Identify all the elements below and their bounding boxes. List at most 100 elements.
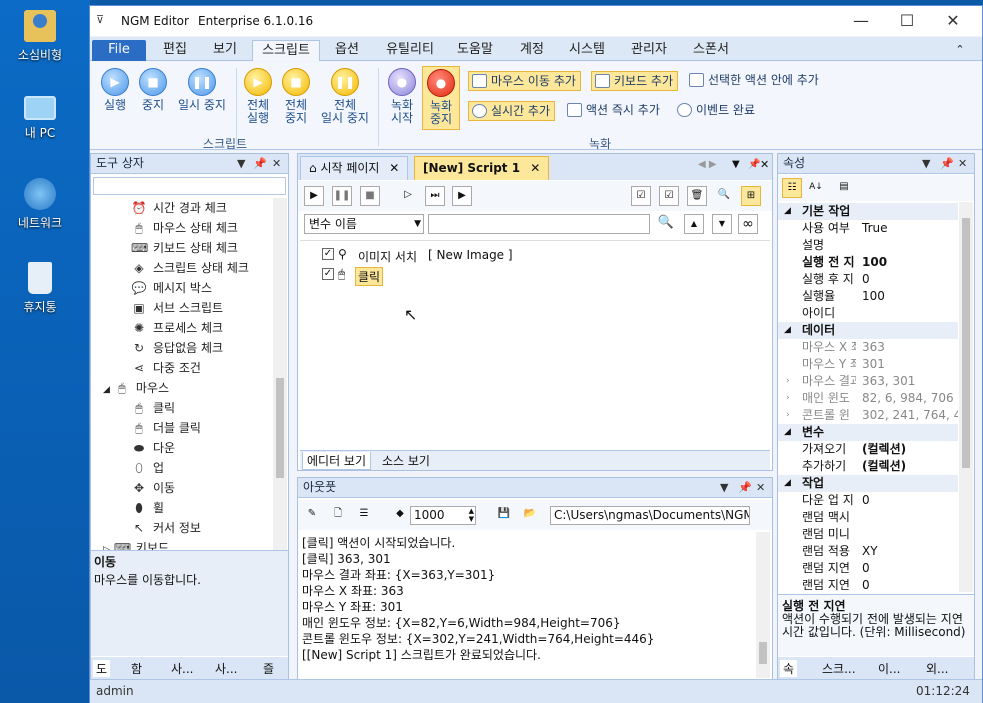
run-all-button[interactable]: ▶ 전체 실행: [240, 68, 276, 125]
toolbox-item[interactable]: ◈ 스크립트 상태 체크: [131, 258, 249, 278]
panel-menu-icon[interactable]: ▼: [237, 154, 245, 173]
output-path-field[interactable]: C:\Users\ngmas\Documents\NGM6\: [550, 506, 750, 525]
property-row[interactable]: 추가하기 (컬렉션): [778, 458, 958, 475]
stop-icon[interactable]: ■: [360, 186, 380, 206]
toolbox-item[interactable]: ⬬ 다운: [131, 438, 175, 458]
toolbox-item[interactable]: ✺ 프로세스 체크: [131, 318, 223, 338]
property-pages-icon[interactable]: ▤: [834, 178, 854, 198]
pin-icon[interactable]: 📌: [738, 478, 752, 497]
tab-properties[interactable]: 속: [780, 660, 798, 677]
menu-view[interactable]: 보기: [200, 40, 250, 61]
tab-script-list[interactable]: 스크...: [822, 660, 856, 677]
expand-icon[interactable]: ›: [786, 407, 790, 424]
menu-utility[interactable]: 유틸리티: [378, 40, 442, 61]
menu-options[interactable]: 옵션: [322, 40, 372, 61]
delete-icon[interactable]: 🗑: [687, 186, 707, 206]
infinity-icon[interactable]: ∞: [738, 214, 758, 234]
property-category[interactable]: ◢ 데이터: [778, 322, 958, 339]
eraser-icon[interactable]: ◆: [390, 505, 410, 525]
add-inside-button[interactable]: 선택한 액션 안에 추가: [686, 71, 823, 91]
chevron-down-icon[interactable]: ▼: [712, 214, 732, 234]
output-scrollbar[interactable]: [756, 532, 770, 678]
property-row-selected[interactable]: 실행 전 지 100: [778, 254, 958, 271]
close-button[interactable]: ✕: [930, 6, 976, 36]
pause-all-button[interactable]: ❚❚ 전체 일시 중지: [316, 68, 374, 125]
action-checkbox[interactable]: ✓: [322, 248, 334, 260]
variable-select[interactable]: 변수 이름 ▼: [304, 214, 424, 234]
property-row[interactable]: › 매인 윈도 82, 6, 984, 706: [778, 390, 958, 407]
tab-external[interactable]: 외...: [926, 660, 948, 677]
expand-icon[interactable]: ›: [786, 390, 790, 407]
properties-scrollbar[interactable]: [959, 202, 973, 592]
toolbox-item[interactable]: ↻ 응답없음 체크: [131, 338, 223, 358]
desktop-icon-user[interactable]: 소심비형: [10, 10, 70, 63]
property-row[interactable]: 랜덤 미니: [778, 526, 958, 543]
toolbox-item[interactable]: ↖ 커서 정보: [131, 518, 201, 538]
toolbox-item[interactable]: 🖱 클릭: [131, 398, 175, 418]
toolbox-category-keyboard[interactable]: ▷ ⌨ 키보드: [103, 538, 169, 550]
toolbox-item[interactable]: ⬯ 업: [131, 458, 164, 478]
toolbox-item[interactable]: 💬 메시지 박스: [131, 278, 213, 298]
pause-button[interactable]: ❚❚ 일시 중지: [174, 68, 230, 112]
tab-images[interactable]: 이...: [878, 660, 900, 677]
add-realtime-button[interactable]: 실시간 추가: [468, 101, 556, 121]
property-row[interactable]: 다운 업 지 0: [778, 492, 958, 509]
menu-edit[interactable]: 편집: [150, 40, 200, 61]
step-over-icon[interactable]: ▶: [452, 186, 472, 206]
property-row[interactable]: 마우스 Y 좌 301: [778, 356, 958, 373]
menu-sponsor[interactable]: 스폰서: [684, 40, 738, 61]
desktop-icon-pc[interactable]: 내 PC: [10, 92, 70, 141]
pause-icon[interactable]: ❚❚: [332, 186, 352, 206]
folder-icon[interactable]: 📂: [520, 505, 540, 525]
property-row[interactable]: 실행율 100: [778, 288, 958, 305]
record-stop-button[interactable]: ● 녹화 중지: [422, 66, 460, 130]
record-start-button[interactable]: ● 녹화 시작: [384, 68, 420, 125]
tab-functions[interactable]: 함: [131, 660, 142, 677]
toolbox-scrollbar[interactable]: [273, 198, 287, 550]
tab-scroll-left-icon[interactable]: ◀ ▶: [698, 159, 717, 170]
property-category[interactable]: ◢ 기본 작업: [778, 203, 958, 220]
menu-account[interactable]: 계정: [510, 40, 554, 61]
toolbox-item[interactable]: ▣ 서브 스크립트: [131, 298, 223, 318]
property-row[interactable]: 랜덤 적용 XY: [778, 543, 958, 560]
toolbox-search-input[interactable]: [93, 177, 286, 195]
tab-script-1[interactable]: [New] Script 1 ✕: [414, 156, 550, 180]
tree-view-icon[interactable]: ⊞: [741, 186, 761, 206]
spinner-arrows-icon[interactable]: ▲ ▼: [469, 507, 474, 523]
tab-favorites[interactable]: 즐: [263, 660, 274, 677]
maximize-button[interactable]: ☐: [884, 6, 930, 36]
property-row[interactable]: 가져오기 (컬렉션): [778, 441, 958, 458]
sort-alpha-icon[interactable]: A↓: [806, 178, 826, 198]
check-all-icon[interactable]: ☑: [631, 186, 651, 206]
expand-icon[interactable]: ›: [786, 373, 790, 390]
desktop-icon-recycle[interactable]: 휴지통: [10, 262, 70, 315]
panel-close-icon[interactable]: ✕: [756, 478, 765, 497]
event-done-button[interactable]: 이벤트 완료: [674, 101, 759, 121]
property-row[interactable]: 설명: [778, 237, 958, 254]
tab-editor-view[interactable]: 에디터 보기: [302, 452, 372, 470]
lines-icon[interactable]: ☰: [354, 505, 374, 525]
property-row[interactable]: › 콘트롤 윈 302, 241, 764, 446: [778, 407, 958, 424]
menu-help[interactable]: 도움말: [448, 40, 502, 61]
uncheck-icon[interactable]: ☑: [659, 186, 679, 206]
pin-icon[interactable]: 📌: [748, 159, 760, 170]
delay-spinner[interactable]: 1000 ▲ ▼: [410, 506, 476, 525]
add-keyboard-button[interactable]: 키보드 추가: [591, 71, 679, 91]
chevron-up-icon[interactable]: ▲: [684, 214, 704, 234]
tab-source-view[interactable]: 소스 보기: [378, 452, 434, 469]
property-category[interactable]: ◢ 변수: [778, 424, 958, 441]
document-icon[interactable]: 🗋: [328, 505, 348, 525]
tab-user1[interactable]: 사...: [171, 660, 193, 677]
toolbox-item[interactable]: ⏰ 시간 경과 체크: [131, 198, 227, 218]
property-row[interactable]: 마우스 X 좌 363: [778, 339, 958, 356]
categorized-icon[interactable]: ☷: [782, 178, 802, 198]
pin-icon[interactable]: 📌: [940, 154, 954, 173]
property-row[interactable]: › 마우스 결과 363, 301: [778, 373, 958, 390]
scrollbar-thumb[interactable]: [962, 218, 970, 468]
panel-close-icon[interactable]: ✕: [958, 154, 967, 173]
step-next-icon[interactable]: ⏭: [425, 186, 445, 206]
property-row[interactable]: 아이디: [778, 305, 958, 322]
tab-start-page[interactable]: ⌂ 시작 페이지 ✕: [300, 156, 409, 180]
toolbox-item[interactable]: 🖱 더블 클릭: [131, 418, 201, 438]
desktop-icon-network[interactable]: 네트워크: [10, 178, 70, 231]
